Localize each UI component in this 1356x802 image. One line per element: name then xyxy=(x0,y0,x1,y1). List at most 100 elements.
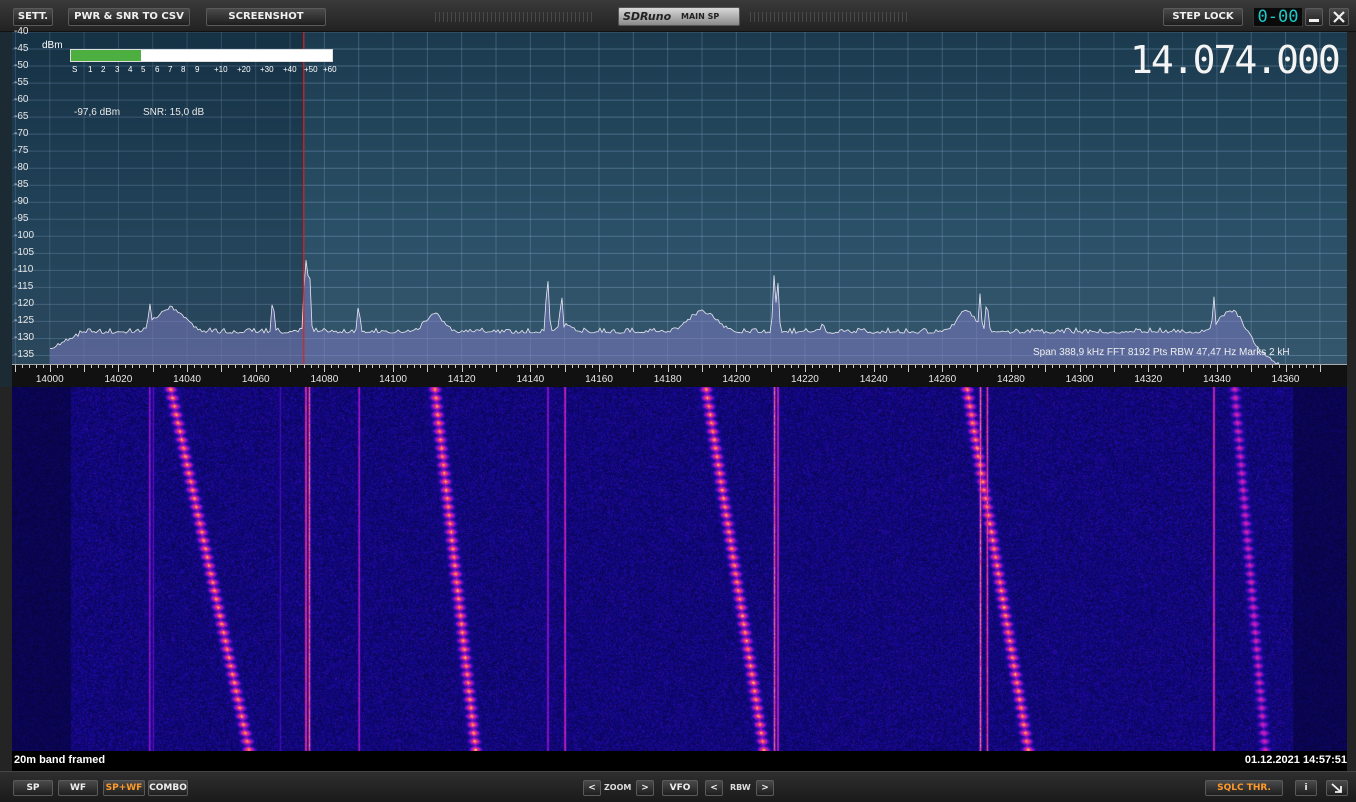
frequency-tick xyxy=(139,365,140,368)
window-title-box[interactable]: SDRuno MAIN SP xyxy=(618,7,740,26)
frequency-tick xyxy=(674,365,676,368)
frequency-tick-label: 14040 xyxy=(173,374,201,385)
frequency-tick-label: 14000 xyxy=(35,374,64,385)
frequency-tick xyxy=(461,365,463,372)
frequency-tick xyxy=(276,365,278,368)
level-readout: -97,6 dBm xyxy=(74,107,121,118)
frequency-tick xyxy=(1175,365,1177,368)
close-icon[interactable] xyxy=(1329,8,1349,26)
frequency-tick xyxy=(997,365,999,368)
frequency-tick xyxy=(990,365,992,368)
frequency-axis[interactable]: 14000 14020 14040 14060 14080 14100 14120 14140… xyxy=(12,364,1347,387)
frequency-tick xyxy=(818,365,820,368)
frequency-tick xyxy=(454,365,456,368)
screenshot-button[interactable]: SCREENSHOT xyxy=(206,8,326,26)
frequency-tick-label: 14360 xyxy=(1271,374,1300,385)
settings-button[interactable]: SETT. xyxy=(13,8,53,26)
frequency-tick xyxy=(406,365,408,368)
s-meter-tick-label: 6 xyxy=(155,65,160,74)
dbm-tick-label: -125 xyxy=(14,315,35,327)
frequency-tick xyxy=(42,365,44,368)
frequency-tick xyxy=(365,365,367,368)
frequency-tick xyxy=(619,365,621,368)
frequency-tick xyxy=(949,365,951,368)
frequency-tick xyxy=(296,365,298,368)
frequency-tick xyxy=(777,365,779,368)
sp-wf-mode-button[interactable]: SP+WF xyxy=(103,780,145,796)
waterfall-display[interactable] xyxy=(12,387,1347,751)
waterfall-caption: 20m band framed xyxy=(14,754,106,766)
dbm-tick-label: -55 xyxy=(14,77,29,89)
s-meter-fill xyxy=(71,50,142,61)
step-lock-button[interactable]: STEP LOCK xyxy=(1163,8,1243,26)
frequency-tick xyxy=(784,365,786,368)
frequency-tick xyxy=(1210,365,1212,368)
frequency-tick xyxy=(104,365,106,368)
frequency-tick-label: 14100 xyxy=(379,374,407,385)
frequency-tick xyxy=(427,365,429,372)
dbm-tick-label: -110 xyxy=(14,264,34,276)
info-button[interactable]: i xyxy=(1295,780,1317,796)
frequency-tick xyxy=(571,365,573,368)
waterfall-image[interactable] xyxy=(12,387,1347,751)
frequency-display[interactable]: 14.074.000 xyxy=(1130,38,1341,82)
frequency-tick xyxy=(907,365,909,372)
rbw-decrease-button[interactable]: < xyxy=(705,780,723,796)
frequency-tick xyxy=(605,365,607,368)
frequency-tick-label: 14020 xyxy=(104,374,133,385)
frequency-tick xyxy=(1120,365,1122,368)
frequency-tick xyxy=(344,365,346,368)
s-meter-tick-label: 8 xyxy=(181,65,186,74)
vfo-button[interactable]: VFO xyxy=(662,780,698,796)
frequency-tick xyxy=(317,365,319,368)
dbm-tick-label: -115 xyxy=(14,281,34,293)
zoom-out-button[interactable]: < xyxy=(583,780,601,796)
frequency-tick xyxy=(1031,365,1033,368)
frequency-tick xyxy=(1223,365,1225,368)
frequency-tick xyxy=(1052,365,1054,368)
frequency-tick xyxy=(132,365,134,368)
sqlc-threshold-button[interactable]: SQLC THR. xyxy=(1205,780,1283,796)
rbw-label: RBW xyxy=(730,783,751,792)
frequency-tick xyxy=(386,365,388,368)
frequency-tick xyxy=(791,365,793,368)
frequency-tick xyxy=(262,365,264,368)
frequency-tick xyxy=(722,365,724,368)
frequency-tick xyxy=(393,365,395,372)
frequency-tick xyxy=(420,365,422,368)
dbm-tick-label: -135 xyxy=(14,349,35,361)
frequency-tick-label: 14260 xyxy=(928,374,957,385)
frequency-tick xyxy=(928,365,930,368)
frequency-tick xyxy=(825,365,827,368)
rbw-increase-button[interactable]: > xyxy=(756,780,774,796)
frequency-tick-label: 14080 xyxy=(310,374,339,385)
frequency-tick xyxy=(1141,365,1143,368)
frequency-tick xyxy=(221,365,223,372)
pwr-snr-csv-button[interactable]: PWR & SNR TO CSV xyxy=(68,8,190,26)
frequency-tick xyxy=(125,365,127,368)
frequency-tick xyxy=(942,365,944,372)
sp-mode-button[interactable]: SP xyxy=(13,780,53,796)
s-meter-bar xyxy=(70,49,333,62)
frequency-tick xyxy=(921,365,923,368)
frequency-tick xyxy=(1285,365,1287,372)
dbm-tick-label: -105 xyxy=(14,247,35,259)
drag-grip-right[interactable] xyxy=(750,12,910,22)
frequency-tick xyxy=(509,365,511,368)
frequency-tick xyxy=(207,365,209,368)
s-meter-tick-label: +60 xyxy=(323,65,337,74)
frequency-tick xyxy=(1216,365,1218,372)
frequency-tick xyxy=(496,365,498,372)
s-meter-tick-label: 7 xyxy=(168,65,173,74)
resize-grip-icon[interactable] xyxy=(1326,780,1348,796)
wf-mode-button[interactable]: WF xyxy=(58,780,98,796)
frequency-tick xyxy=(118,365,120,372)
zoom-in-button[interactable]: > xyxy=(636,780,654,796)
frequency-tick xyxy=(1196,365,1198,368)
drag-grip-left[interactable] xyxy=(435,12,595,22)
frequency-tick xyxy=(550,365,552,368)
combo-mode-button[interactable]: COMBO xyxy=(148,780,188,796)
frequency-tick xyxy=(956,365,957,368)
minimize-icon[interactable] xyxy=(1305,8,1323,26)
frequency-tick xyxy=(111,365,113,368)
